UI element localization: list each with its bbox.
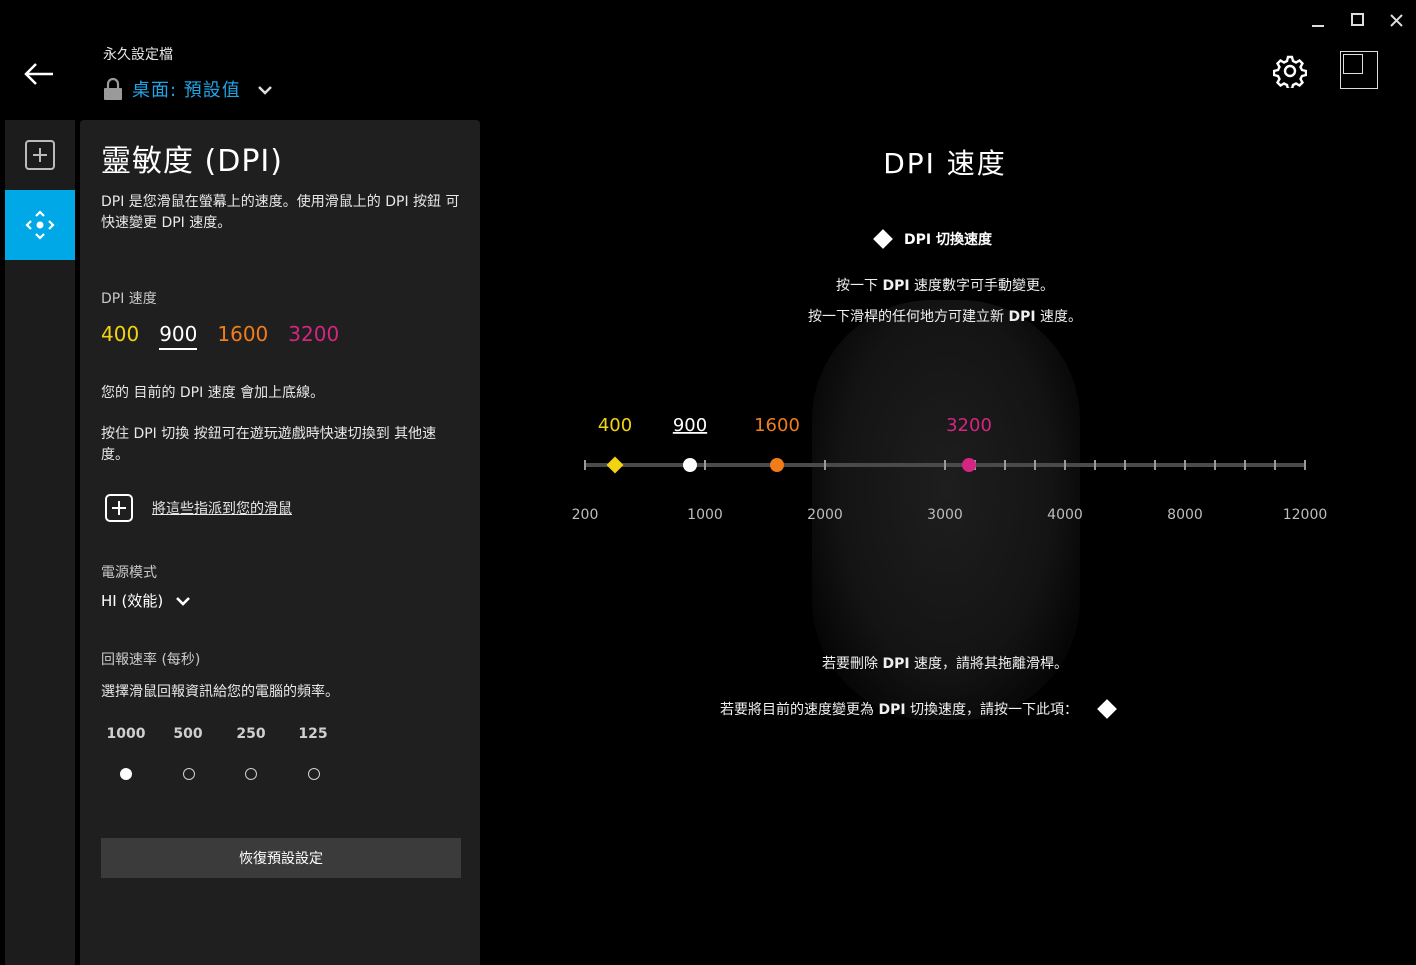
dpi-shift-note: 按住 DPI 切換 按鈕可在遊玩遊戲時快速切換到 其他速度。 <box>101 426 437 463</box>
hint1-pre: 按一下 <box>836 278 883 294</box>
rail-item-assignments[interactable] <box>5 120 75 190</box>
report-rate-description: 選擇滑鼠回報資訊給您的電腦的頻率。 <box>101 684 339 700</box>
scale-label-3000: 3000 <box>927 507 963 523</box>
settings-button[interactable] <box>1272 54 1308 91</box>
chevron-down-icon <box>176 596 191 606</box>
scale-label-2000: 2000 <box>807 507 843 523</box>
switch-pre: 若要將目前的速度變更為 <box>720 702 879 718</box>
dpi-handle-1600[interactable] <box>770 458 784 472</box>
hint1-post: 速度數字可手動變更。 <box>909 278 1054 294</box>
delete-bold: DPI <box>882 656 910 672</box>
hint1-bold: DPI <box>882 278 910 294</box>
close-icon <box>1390 14 1403 27</box>
delete-pre: 若要刪除 <box>822 656 883 672</box>
panel-title: 靈敏度 (DPI) <box>101 144 283 179</box>
power-mode-dropdown[interactable]: HI (效能) <box>101 590 191 611</box>
dpi-values: 400 900 1600 3200 <box>101 322 359 350</box>
power-mode-label: 電源模式 <box>101 565 157 581</box>
dpi-slider[interactable]: 200 1000 2000 3000 4000 8000 12000 400 900 1600 32… <box>570 400 1350 535</box>
dpi-speed-label: DPI 速度 <box>101 291 157 307</box>
underline-note: 您的 目前的 DPI 速度 會加上底線。 <box>101 385 325 401</box>
assign-label: 將這些指派到您的滑鼠 <box>152 501 292 517</box>
chevron-down-icon <box>257 86 272 95</box>
marker-label-900[interactable]: 900 <box>673 415 707 436</box>
scale-label-8000: 8000 <box>1167 507 1203 523</box>
hint2-pre: 按一下滑桿的任何地方可建立新 <box>808 309 1009 325</box>
delete-post: 速度，請將其拖離滑桿。 <box>909 656 1068 672</box>
panel-description: DPI 是您滑鼠在螢幕上的速度。使用滑鼠上的 DPI 按鈕 可快速變更 DPI … <box>101 194 460 231</box>
minimize-button[interactable] <box>1305 8 1331 34</box>
dpi-value-1600[interactable]: 1600 <box>217 322 268 350</box>
marker-label-400[interactable]: 400 <box>598 415 632 436</box>
restore-defaults-button[interactable]: 恢復預設設定 <box>101 838 461 878</box>
profile-selector[interactable]: 桌面: 預設值 <box>102 74 275 104</box>
hint-create-speed: 按一下滑桿的任何地方可建立新 DPI 速度。 <box>645 306 1245 326</box>
hint2-post: 速度。 <box>1035 309 1082 325</box>
maximize-button[interactable] <box>1345 8 1371 34</box>
device-view-button[interactable] <box>1340 51 1378 89</box>
report-rate-label: 回報速率 (每秒) <box>101 652 201 668</box>
assign-to-mouse-link[interactable]: 將這些指派到您的滑鼠 <box>104 493 292 523</box>
hint-set-shift-speed: 若要將目前的速度變更為 DPI 切換速度，請按一下此項： <box>720 699 1117 719</box>
rate-label-250: 250 <box>236 726 266 742</box>
switch-bold: DPI <box>878 702 906 718</box>
plus-box-icon <box>25 140 55 170</box>
scale-label-12000: 12000 <box>1283 507 1328 523</box>
marker-label-3200[interactable]: 3200 <box>946 415 992 436</box>
rate-label-500: 500 <box>173 726 203 742</box>
set-shift-text: 若要將目前的速度變更為 DPI 切換速度，請按一下此項： <box>720 699 1078 719</box>
scale-label-4000: 4000 <box>1047 507 1083 523</box>
main-title: DPI 速度 <box>883 147 1007 180</box>
profile-name: 桌面: 預設值 <box>132 80 241 101</box>
hint2-bold: DPI <box>1008 309 1036 325</box>
gear-icon <box>1272 55 1308 91</box>
profile-caption: 永久設定檔 <box>103 47 173 63</box>
dpi-handle-900[interactable] <box>683 458 697 472</box>
marker-label-1600[interactable]: 1600 <box>754 415 800 436</box>
sensitivity-panel: 靈敏度 (DPI) DPI 是您滑鼠在螢幕上的速度。使用滑鼠上的 DPI 按鈕 … <box>80 120 480 965</box>
plus-box-icon <box>105 494 133 522</box>
dpi-handle-3200[interactable] <box>962 458 976 472</box>
close-button[interactable] <box>1384 8 1410 34</box>
rail-item-sensitivity[interactable] <box>5 190 75 260</box>
rate-radio-250[interactable] <box>245 768 257 780</box>
dpi-value-400[interactable]: 400 <box>101 322 139 350</box>
back-arrow-icon <box>24 63 53 85</box>
feature-rail <box>5 120 75 965</box>
lock-icon <box>104 77 122 100</box>
power-mode-value: HI (效能) <box>101 592 164 610</box>
set-shift-diamond-button[interactable] <box>1097 699 1117 719</box>
switch-post: 切換速度，請按一下此項： <box>905 702 1078 718</box>
scale-label-200: 200 <box>572 507 599 523</box>
dpi-shift-handle-400[interactable] <box>606 456 624 474</box>
rate-label-125: 125 <box>298 726 328 742</box>
dpi-shift-label: DPI 切換速度 <box>904 232 992 248</box>
rate-label-1000: 1000 <box>106 726 146 742</box>
scale-label-1000: 1000 <box>687 507 723 523</box>
rate-radio-500[interactable] <box>183 768 195 780</box>
dpi-shift-legend: DPI 切換速度 <box>873 229 992 249</box>
back-button[interactable] <box>20 56 60 92</box>
dpi-value-3200[interactable]: 3200 <box>288 322 339 350</box>
hint-delete-speed: 若要刪除 DPI 速度，請將其拖離滑桿。 <box>645 653 1245 673</box>
window-icon <box>1343 54 1363 74</box>
hint-change-number: 按一下 DPI 速度數字可手動變更。 <box>645 275 1245 295</box>
rate-radio-1000[interactable] <box>120 768 132 780</box>
diamond-icon <box>873 229 893 249</box>
rate-radio-125[interactable] <box>308 768 320 780</box>
move-arrows-icon <box>25 210 55 240</box>
dpi-value-900[interactable]: 900 <box>159 322 198 350</box>
